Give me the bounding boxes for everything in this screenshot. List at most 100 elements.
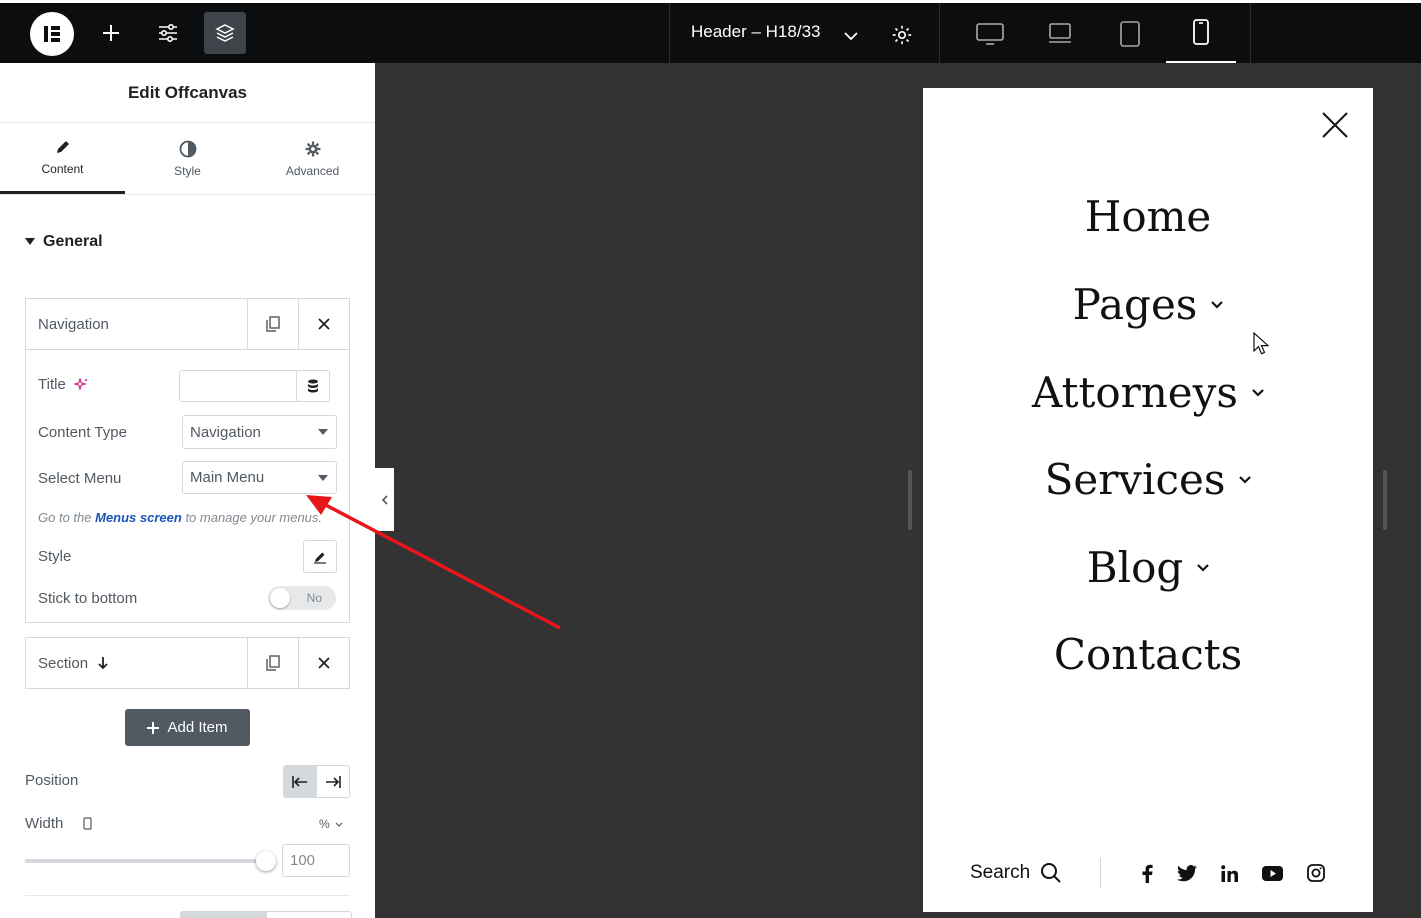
youtube-icon[interactable] bbox=[1262, 865, 1284, 881]
menu-item-blog[interactable]: Blog bbox=[923, 543, 1373, 592]
page-settings-gear-icon[interactable] bbox=[890, 23, 914, 47]
content-type-select[interactable]: Navigation bbox=[182, 415, 337, 449]
position-right-button[interactable] bbox=[317, 766, 350, 797]
menu-item-pages[interactable]: Pages bbox=[923, 280, 1373, 329]
position-left-button[interactable] bbox=[284, 766, 317, 797]
position-control bbox=[283, 765, 350, 798]
search-label: Search bbox=[970, 862, 1031, 883]
next-control-partial[interactable] bbox=[180, 911, 352, 918]
duplicate-button[interactable] bbox=[247, 638, 298, 688]
instagram-icon[interactable] bbox=[1307, 864, 1326, 882]
duplicate-button[interactable] bbox=[247, 299, 298, 349]
database-icon bbox=[308, 379, 318, 393]
title-label-group: Title bbox=[38, 376, 88, 393]
offcanvas-close-button[interactable] bbox=[1322, 112, 1348, 143]
hint-prefix: Go to the bbox=[38, 510, 92, 525]
panel-tabs: Content Style Advanced bbox=[0, 123, 375, 195]
menu-item-label: Contacts bbox=[1053, 630, 1243, 679]
add-item-button[interactable]: Add Item bbox=[125, 709, 250, 746]
close-icon bbox=[318, 318, 330, 330]
width-slider-handle[interactable] bbox=[256, 851, 276, 871]
tab-content[interactable]: Content bbox=[0, 123, 125, 194]
topbar-divider bbox=[1250, 3, 1251, 63]
search-button[interactable]: Search bbox=[970, 862, 1062, 884]
linkedin-icon[interactable] bbox=[1221, 864, 1239, 882]
content-type-value: Navigation bbox=[190, 423, 261, 441]
facebook-icon[interactable] bbox=[1141, 864, 1153, 883]
elementor-logo-icon[interactable] bbox=[30, 12, 74, 56]
menu-item-label: Blog bbox=[1086, 543, 1184, 592]
width-unit-select[interactable]: % bbox=[319, 817, 343, 831]
add-element-icon[interactable] bbox=[96, 15, 126, 51]
remove-button[interactable] bbox=[298, 638, 349, 688]
copy-icon bbox=[266, 316, 280, 332]
mouse-cursor-icon bbox=[1253, 332, 1269, 355]
search-icon bbox=[1041, 863, 1061, 883]
repeater-item-title[interactable]: Navigation bbox=[26, 316, 247, 333]
mobile-device-icon[interactable] bbox=[1166, 3, 1236, 63]
tablet-device-icon[interactable] bbox=[1118, 20, 1142, 48]
dynamic-tags-button[interactable] bbox=[296, 370, 330, 402]
chevron-down-icon[interactable] bbox=[842, 27, 860, 45]
repeater-item-title[interactable]: Section bbox=[26, 655, 247, 672]
title-label: Title bbox=[38, 376, 66, 393]
menu-item-attorneys[interactable]: Attorneys bbox=[923, 368, 1373, 417]
desktop-device-icon[interactable] bbox=[975, 22, 1005, 46]
repeater-item-label: Navigation bbox=[38, 315, 109, 333]
topbar-divider bbox=[939, 3, 940, 63]
mobile-device-icon[interactable] bbox=[83, 817, 92, 830]
menu-item-label: Pages bbox=[1072, 280, 1198, 329]
tab-content-label: Content bbox=[41, 162, 84, 176]
menus-screen-link[interactable]: Menus screen bbox=[95, 510, 182, 525]
copy-icon bbox=[266, 655, 280, 671]
social-links bbox=[1141, 864, 1326, 883]
switch-knob bbox=[270, 588, 290, 608]
canvas-resize-handle-left[interactable] bbox=[908, 470, 912, 530]
stick-to-bottom-label: Stick to bottom bbox=[38, 590, 138, 607]
menu-item-services[interactable]: Services bbox=[923, 455, 1373, 504]
position-label: Position bbox=[25, 772, 79, 789]
offcanvas-preview: Home Pages Attorneys Services Blog Conta… bbox=[923, 88, 1373, 912]
laptop-device-icon[interactable] bbox=[1046, 22, 1074, 46]
chevron-down-icon bbox=[335, 822, 343, 827]
section-general-toggle[interactable]: General bbox=[25, 233, 103, 251]
title-input[interactable] bbox=[179, 370, 297, 402]
remove-button[interactable] bbox=[298, 299, 349, 349]
canvas-resize-handle-right[interactable] bbox=[1383, 470, 1387, 530]
caret-down-icon bbox=[318, 475, 328, 481]
close-icon bbox=[318, 657, 330, 669]
chevron-down-icon bbox=[1211, 300, 1224, 309]
select-menu-label: Select Menu bbox=[38, 470, 122, 487]
structure-layers-icon[interactable] bbox=[204, 12, 246, 54]
menu-item-label: Attorneys bbox=[1032, 368, 1238, 417]
pencil-icon bbox=[56, 141, 69, 153]
ai-sparkle-icon[interactable] bbox=[73, 377, 88, 392]
add-item-label: Add Item bbox=[167, 719, 228, 736]
tab-advanced-label: Advanced bbox=[285, 163, 340, 178]
align-end-icon bbox=[325, 775, 341, 788]
repeater-item-label: Section bbox=[38, 654, 89, 672]
menu-item-contacts[interactable]: Contacts bbox=[923, 630, 1373, 679]
tab-style-label: Style bbox=[174, 163, 201, 178]
editor-topbar: Header – H18/33 bbox=[0, 0, 1421, 63]
width-slider-track[interactable] bbox=[25, 859, 267, 863]
plus-icon bbox=[147, 721, 160, 734]
width-input[interactable]: 100 bbox=[282, 844, 350, 877]
topbar-divider bbox=[669, 3, 670, 63]
caret-down-icon bbox=[25, 238, 35, 245]
document-title[interactable]: Header – H18/33 bbox=[691, 22, 820, 42]
width-label: Width bbox=[25, 815, 64, 832]
close-icon bbox=[1322, 112, 1348, 138]
site-settings-sliders-icon[interactable] bbox=[153, 15, 183, 51]
menu-item-home[interactable]: Home bbox=[923, 192, 1373, 241]
menu-item-label: Home bbox=[1084, 192, 1212, 241]
chevron-down-icon bbox=[1239, 475, 1252, 484]
twitter-icon[interactable] bbox=[1177, 864, 1198, 882]
footer-divider bbox=[1100, 858, 1102, 888]
tab-style[interactable]: Style bbox=[125, 123, 250, 194]
tab-advanced[interactable]: Advanced bbox=[250, 123, 375, 194]
content-type-label: Content Type bbox=[38, 424, 127, 441]
repeater-item-section: Section bbox=[25, 637, 350, 689]
width-unit: % bbox=[319, 817, 330, 831]
select-menu-value: Main Menu bbox=[190, 469, 265, 486]
